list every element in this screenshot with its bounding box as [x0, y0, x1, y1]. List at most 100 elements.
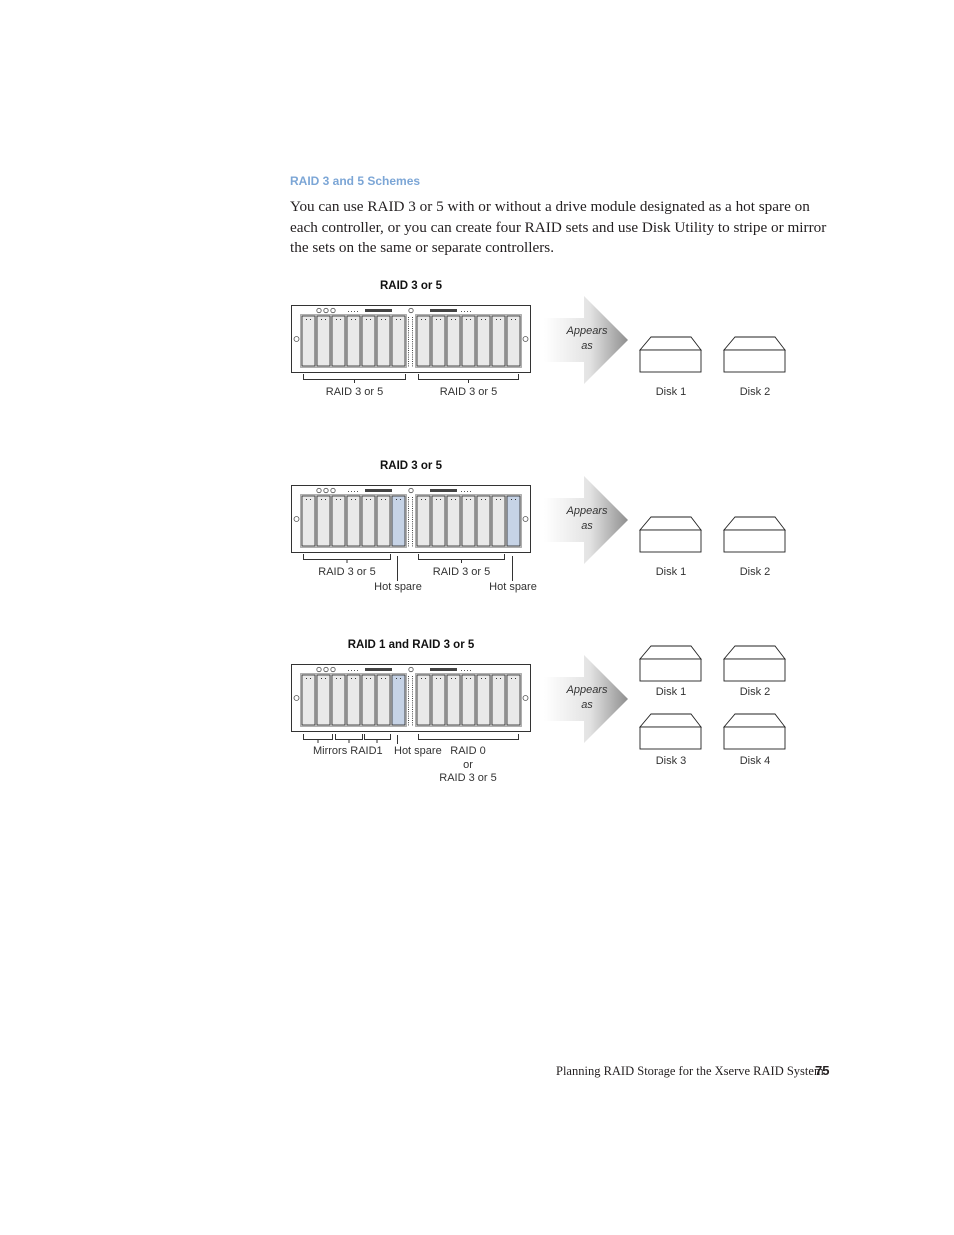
divider-dot [408, 717, 409, 719]
drive-led [396, 499, 397, 500]
drive-module [491, 315, 506, 367]
mount-hole-icon [293, 336, 300, 342]
section-heading: RAID 3 and 5 Schemes [290, 174, 421, 188]
drive-module [476, 674, 491, 726]
hot-spare-drive-module [391, 495, 406, 547]
drive-led [321, 678, 322, 679]
drive-led [310, 499, 311, 500]
figure-1-disk-2-label: Disk 2 [739, 386, 771, 398]
divider-dot [408, 352, 409, 354]
drive-led [310, 678, 311, 679]
drive-led [381, 499, 382, 500]
drive-led [481, 319, 482, 320]
figure-2-left-group-label: RAID 3 or 5 [318, 566, 376, 578]
figure-3-raid0-bracket [418, 734, 519, 740]
drive-module [316, 315, 331, 367]
divider-dot [412, 689, 413, 691]
mount-hole-icon [293, 695, 300, 701]
divider-dot [412, 356, 413, 358]
drive-led [396, 319, 397, 320]
indicator-dot [467, 491, 468, 492]
divider-dot [408, 356, 409, 358]
drive-led [515, 678, 516, 679]
divider-dot [412, 499, 413, 501]
drive-led [306, 499, 307, 500]
drive-led [436, 499, 437, 500]
status-light-icon [323, 666, 329, 673]
indicator-dot [354, 311, 355, 312]
drive-led [496, 319, 497, 320]
divider-dot [408, 689, 409, 691]
drive-led [470, 319, 471, 320]
divider-dot [412, 354, 413, 356]
divider-dot [408, 501, 409, 503]
page-number: 75 [815, 1063, 830, 1078]
drive-led [321, 319, 322, 320]
divider-dot [408, 538, 409, 540]
drive-led [310, 319, 311, 320]
drive-module [506, 315, 521, 367]
divider-dot [412, 321, 413, 323]
indicator-dot [348, 670, 349, 671]
divider-dot [408, 713, 409, 715]
drive-module [361, 495, 376, 547]
status-light-icon [316, 666, 322, 673]
drive-module [491, 674, 506, 726]
vent-bar [365, 668, 392, 671]
divider-dot [412, 505, 413, 507]
drive-module [376, 315, 391, 367]
divider-dot [408, 700, 409, 702]
drive-led [485, 499, 486, 500]
status-light-icon [316, 307, 322, 314]
status-light-icon [330, 307, 336, 314]
divider-dot [408, 521, 409, 523]
arrow-label-line2: as [581, 520, 593, 532]
drive-led [511, 678, 512, 679]
divider-dot [412, 717, 413, 719]
vent-bar [430, 668, 457, 671]
divider-dot [408, 332, 409, 334]
divider-dot [412, 706, 413, 708]
divider-dot [412, 341, 413, 343]
arrow-label-line2: as [581, 699, 593, 711]
divider-dot [408, 536, 409, 538]
figure-1-right-group-label: RAID 3 or 5 [439, 386, 498, 398]
center-light-icon [408, 666, 414, 673]
divider-dot [408, 720, 409, 721]
divider-dot [408, 702, 409, 704]
divider-dot [408, 709, 409, 710]
divider-dot [408, 704, 409, 706]
figure-2-left-hot-spare-label: Hot spare [374, 581, 422, 593]
drive-module [301, 495, 316, 547]
drive-module [316, 674, 331, 726]
figure-2-right-hot-spare-pointer [512, 556, 513, 581]
drive-led [355, 499, 356, 500]
divider-dot [412, 330, 413, 332]
raid0-label-line1: RAID 0 [450, 745, 486, 757]
indicator-dot [461, 491, 462, 492]
disk-body [639, 529, 702, 553]
drive-led [481, 499, 482, 500]
figure-1-arrow-label: Appears as [556, 324, 618, 354]
drive-led [466, 499, 467, 500]
status-light-icon [323, 307, 329, 314]
divider-dot [408, 499, 409, 501]
drive-module [461, 315, 476, 367]
divider-dot [412, 704, 413, 706]
divider-dot [412, 541, 413, 542]
arrow-label-line1: Appears [566, 505, 608, 517]
drive-led [306, 678, 307, 679]
divider-dot [408, 545, 409, 547]
divider-dot [412, 530, 413, 531]
disk-top [639, 336, 702, 351]
vent-bar [365, 489, 392, 492]
drive-module [376, 674, 391, 726]
divider-dot [408, 693, 409, 695]
divider-dot [408, 317, 409, 318]
divider-dot [412, 676, 413, 677]
divider-dot [412, 722, 413, 724]
divider-dot [408, 339, 409, 340]
divider-dot [412, 711, 413, 713]
drive-led [500, 678, 501, 679]
divider-dot [412, 325, 413, 327]
